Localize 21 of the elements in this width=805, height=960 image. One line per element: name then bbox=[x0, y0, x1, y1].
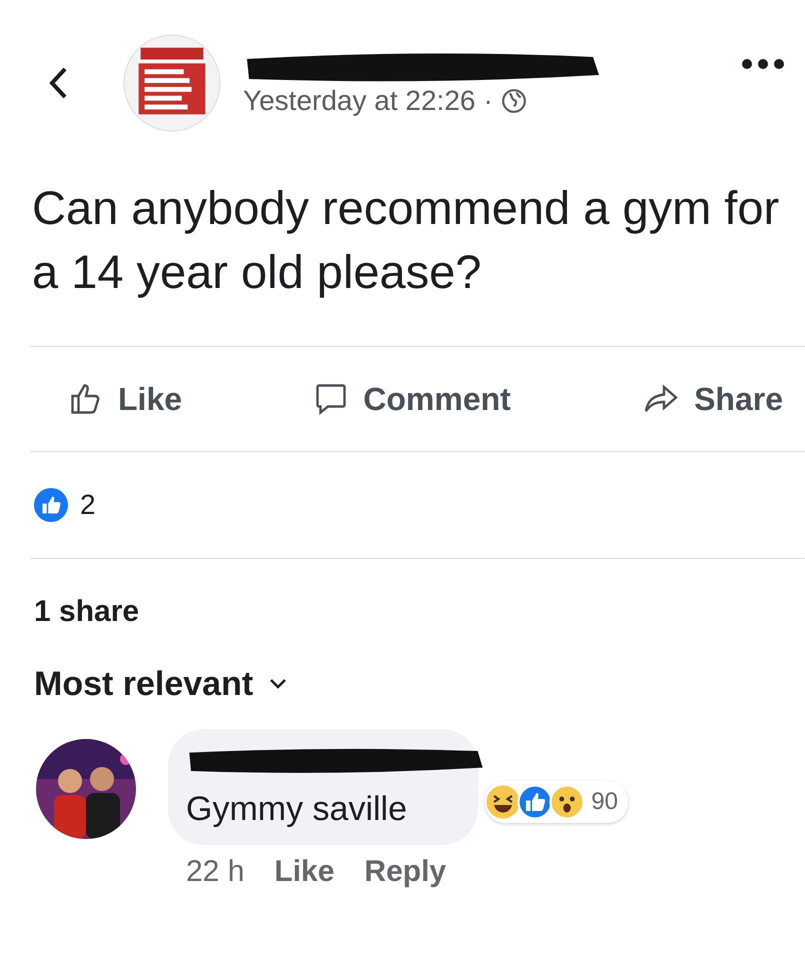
comment-text: Gymmy saville bbox=[186, 790, 408, 829]
back-chevron-icon bbox=[47, 66, 69, 100]
laughing-face-icon bbox=[485, 784, 522, 820]
reactions-pill[interactable]: 90 bbox=[485, 781, 628, 823]
reaction-count: 2 bbox=[80, 489, 96, 521]
surprised-face-icon bbox=[549, 784, 586, 820]
comment-action-link[interactable]: Like bbox=[274, 855, 334, 889]
share-button[interactable]: Share bbox=[642, 380, 783, 418]
post-text: Can anybody recommend a gym for a 14 year old please? bbox=[32, 180, 780, 300]
comment-time: 22 h bbox=[186, 855, 244, 889]
comment-action-link[interactable]: Reply bbox=[364, 855, 446, 889]
sort-dropdown[interactable]: Most relevant bbox=[34, 659, 288, 709]
like-button[interactable]: Like bbox=[68, 380, 182, 418]
more-dots-icon bbox=[741, 58, 785, 70]
comment-button[interactable]: Comment bbox=[313, 380, 511, 418]
post-time: Yesterday at 22:26 bbox=[243, 85, 476, 117]
separator-dot: · bbox=[483, 85, 493, 117]
chevron-down-icon bbox=[269, 678, 288, 690]
share-count: 1 share bbox=[33, 594, 140, 630]
globe-icon bbox=[500, 88, 527, 114]
like-reaction-icon bbox=[34, 488, 68, 522]
